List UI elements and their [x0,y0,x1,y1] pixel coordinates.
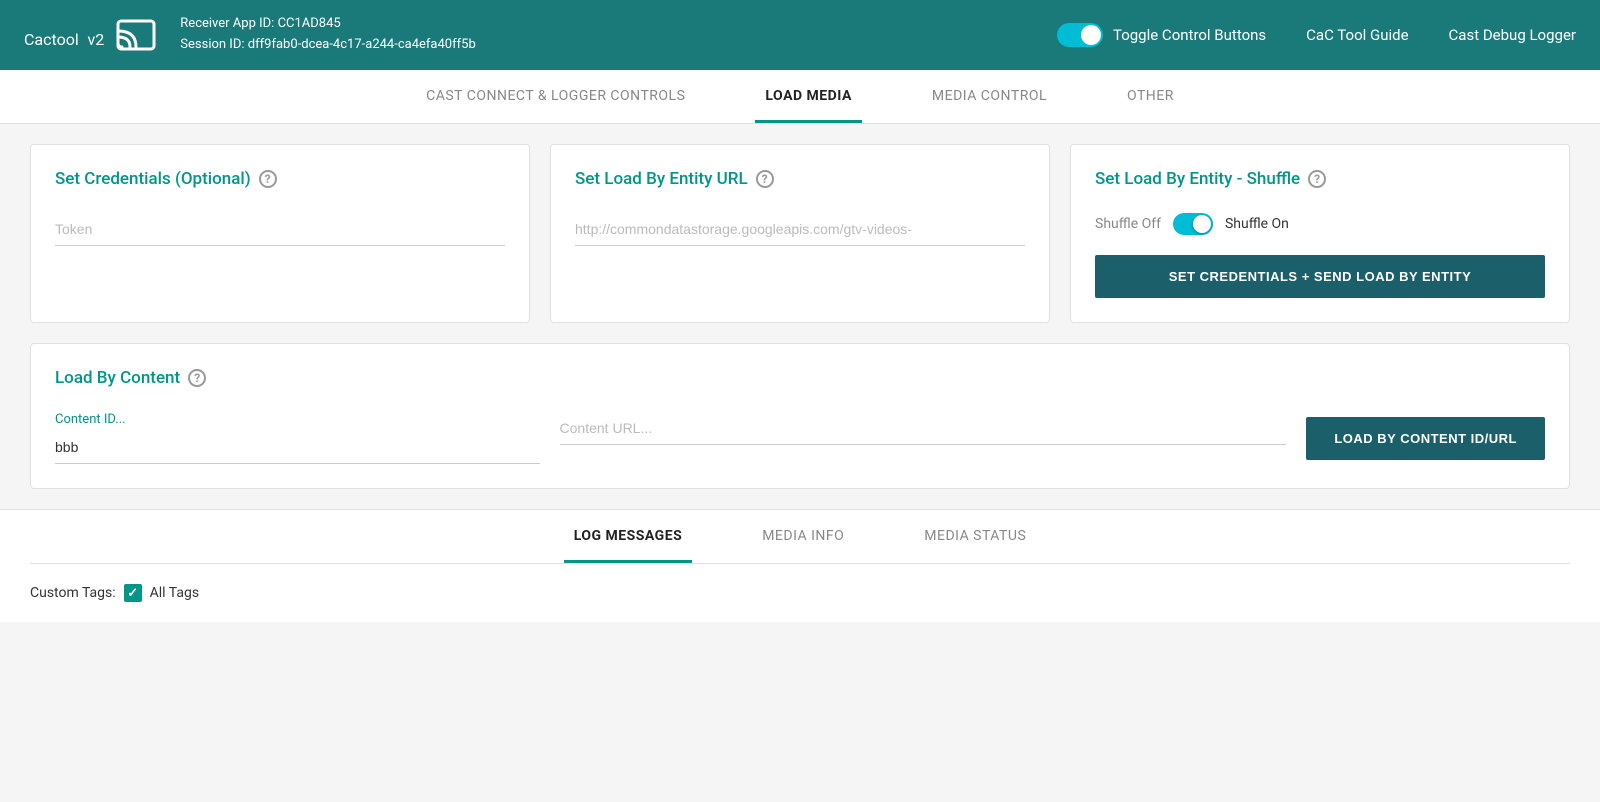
logo-name: Cactool [24,30,79,49]
content-inputs-row: Content ID... LOAD BY CONTENT ID/URL [55,412,1545,464]
credentials-help-icon[interactable]: ? [259,170,277,188]
content-url-area [560,412,1287,445]
cac-tool-guide-link[interactable]: CaC Tool Guide [1306,26,1408,44]
load-entity-url-help-icon[interactable]: ? [756,170,774,188]
load-by-content-card: Load By Content ? Content ID... LOAD BY … [30,343,1570,489]
tab-log-messages[interactable]: LOG MESSAGES [564,510,693,563]
token-input[interactable] [55,213,505,246]
set-credentials-send-load-entity-button[interactable]: SET CREDENTIALS + SEND LOAD BY ENTITY [1095,255,1545,298]
load-by-entity-url-title: Set Load By Entity URL ? [575,169,1025,189]
load-entity-shuffle-title-text: Set Load By Entity - Shuffle [1095,169,1300,189]
load-entity-shuffle-help-icon[interactable]: ? [1308,170,1326,188]
app-header: Cactool v2 Receiver App ID: CC1AD845 Ses… [0,0,1600,70]
session-label: Session ID: [180,37,244,52]
cast-icon [116,19,156,51]
shuffle-on-label: Shuffle On [1225,216,1289,232]
credentials-card: Set Credentials (Optional) ? [30,144,530,323]
tab-other[interactable]: OTHER [1117,70,1184,123]
load-by-entity-url-card: Set Load By Entity URL ? [550,144,1050,323]
cards-row: Set Credentials (Optional) ? Set Load By… [30,144,1570,323]
cast-debug-logger-link[interactable]: Cast Debug Logger [1449,26,1576,44]
credentials-title-text: Set Credentials (Optional) [55,169,251,189]
shuffle-off-label: Shuffle Off [1095,216,1161,232]
main-tabs: CAST CONNECT & LOGGER CONTROLS LOAD MEDI… [0,70,1600,124]
custom-tags-row: Custom Tags: All Tags [30,584,1570,602]
content-id-input[interactable] [55,431,540,464]
logo-version: v2 [88,30,105,49]
entity-url-input[interactable] [575,213,1025,246]
all-tags-label: All Tags [150,585,199,601]
tab-cast-connect[interactable]: CAST CONNECT & LOGGER CONTROLS [416,70,695,123]
lower-section: LOG MESSAGES MEDIA INFO MEDIA STATUS Cus… [0,509,1600,622]
load-by-content-title: Load By Content ? [55,368,1545,388]
receiver-app-label: Receiver App ID: [180,16,274,31]
logo-area: Cactool v2 [24,19,156,52]
load-by-content-id-url-button[interactable]: LOAD BY CONTENT ID/URL [1306,417,1545,460]
tab-load-media[interactable]: LOAD MEDIA [755,70,861,123]
load-by-entity-shuffle-title: Set Load By Entity - Shuffle ? [1095,169,1545,189]
header-nav: CaC Tool Guide Cast Debug Logger [1306,26,1576,44]
tab-media-status[interactable]: MEDIA STATUS [914,510,1036,563]
logo-text: Cactool v2 [24,19,104,52]
load-by-content-title-text: Load By Content [55,368,180,388]
toggle-control-button[interactable] [1057,23,1103,47]
content-url-input[interactable] [560,412,1287,445]
load-by-entity-shuffle-card: Set Load By Entity - Shuffle ? Shuffle O… [1070,144,1570,323]
content-id-label: Content ID... [55,412,540,427]
toggle-control-area: Toggle Control Buttons [1057,23,1266,47]
tab-media-control[interactable]: MEDIA CONTROL [922,70,1057,123]
receiver-app-line: Receiver App ID: CC1AD845 [180,14,1057,35]
lower-tabs: LOG MESSAGES MEDIA INFO MEDIA STATUS [30,510,1570,564]
log-content: Custom Tags: All Tags [30,564,1570,622]
shuffle-toggle[interactable] [1173,213,1213,235]
credentials-card-title: Set Credentials (Optional) ? [55,169,505,189]
session-info: Receiver App ID: CC1AD845 Session ID: df… [180,14,1057,56]
toggle-control-label: Toggle Control Buttons [1113,26,1266,44]
main-content: Set Credentials (Optional) ? Set Load By… [0,124,1600,642]
custom-tags-label: Custom Tags: [30,585,116,601]
all-tags-checkbox[interactable] [124,584,142,602]
shuffle-toggle-area: Shuffle Off Shuffle On [1095,213,1545,235]
session-id-line: Session ID: dff9fab0-dcea-4c17-a244-ca4e… [180,35,1057,56]
load-entity-url-title-text: Set Load By Entity URL [575,169,748,189]
session-id: dff9fab0-dcea-4c17-a244-ca4efa40ff5b [248,37,476,52]
tab-media-info[interactable]: MEDIA INFO [752,510,854,563]
receiver-app-id: CC1AD845 [278,16,341,31]
content-id-area: Content ID... [55,412,540,464]
load-by-content-help-icon[interactable]: ? [188,369,206,387]
